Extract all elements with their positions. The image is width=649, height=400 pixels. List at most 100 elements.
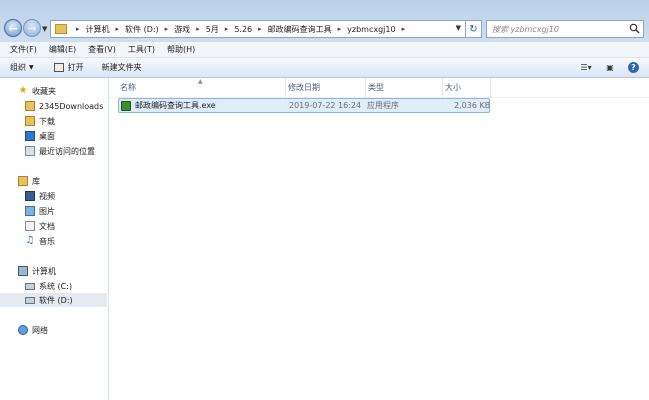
open-label: 打开 [67,63,84,72]
breadcrumb-separator-icon[interactable]: ▸ [338,25,342,33]
nav-label: 库 [32,176,40,186]
nav-favorites[interactable]: ★ 收藏夹 [18,84,56,98]
document-library-icon [25,221,35,231]
folder-icon [55,24,67,34]
nav-label: 系统 (C:) [39,281,73,291]
back-button[interactable]: ← [4,19,22,37]
address-bar[interactable]: ▸ 计算机 ▸ 软件 (D:) ▸ 游戏 ▸ 5月 ▸ 5.26 ▸ 邮政编码查… [50,20,482,38]
breadcrumb-item[interactable]: 5月 [206,24,219,35]
menu-tools[interactable]: 工具(T) [128,44,155,55]
recent-places-icon [25,146,35,156]
breadcrumb-separator-icon[interactable]: ▸ [165,25,169,33]
music-note-icon: ♫ [25,235,35,246]
nav-label: 收藏夹 [32,86,56,96]
column-label: 类型 [368,83,384,92]
change-view-icon[interactable]: ☰▾ [579,62,593,74]
search-box[interactable] [486,20,644,38]
navigation-pane: ★ 收藏夹 2345Downloads 下载 桌面 最近访问的位置 库 视频 图… [0,78,109,400]
library-icon [18,176,28,186]
breadcrumb-item[interactable]: 软件 (D:) [125,24,159,35]
search-input[interactable] [492,24,627,34]
drive-icon [25,296,35,304]
nav-label: 图片 [39,206,55,216]
open-icon [53,63,64,72]
organize-button[interactable]: 组织 ▼ [10,62,34,73]
command-bar: 组织 ▼ 打开 新建文件夹 ☰▾ ▣ ? [0,58,649,78]
menu-bar: 文件(F) 编辑(E) 查看(V) 工具(T) 帮助(H) [0,42,649,58]
caret-down-icon: ▼ [29,64,34,71]
new-folder-button[interactable]: 新建文件夹 [102,62,142,73]
file-row[interactable]: 邮政编码查询工具.exe 2019-07-22 16:24 应用程序 2,036… [118,98,490,113]
refresh-icon: ↻ [469,23,478,35]
downloads-folder-icon [25,116,35,126]
nav-item-2345downloads[interactable]: 2345Downloads [25,99,103,113]
breadcrumb-item[interactable]: 游戏 [174,24,190,35]
breadcrumb-separator-icon[interactable]: ▸ [116,25,120,33]
nav-label: 视频 [39,191,55,201]
refresh-button[interactable]: ↻ [465,20,482,38]
open-button[interactable]: 打开 [53,62,84,73]
breadcrumb: ▸ 计算机 ▸ 软件 (D:) ▸ 游戏 ▸ 5月 ▸ 5.26 ▸ 邮政编码查… [70,24,411,35]
menu-edit[interactable]: 编辑(E) [49,44,76,55]
nav-item-pictures[interactable]: 图片 [25,204,55,218]
nav-label: 下载 [39,116,55,126]
breadcrumb-separator-icon[interactable]: ▸ [196,25,200,33]
file-type: 应用程序 [367,101,399,110]
breadcrumb-item[interactable]: 5.26 [234,25,252,34]
address-dropdown-icon[interactable]: ▼ [456,24,461,32]
search-icon[interactable] [629,23,640,34]
sort-ascending-icon: ▲ [198,78,203,85]
nav-item-music[interactable]: ♫ 音乐 [25,234,55,248]
nav-label: 计算机 [32,266,56,276]
column-date[interactable]: 修改日期 [286,78,366,97]
preview-pane-icon[interactable]: ▣ [603,62,617,74]
breadcrumb-item[interactable]: 计算机 [86,24,110,35]
application-icon [121,100,131,111]
breadcrumb-separator-icon[interactable]: ▸ [402,25,406,33]
breadcrumb-item[interactable]: 邮政编码查询工具 [268,24,332,35]
computer-icon [18,266,28,276]
nav-label: 网络 [32,325,48,335]
nav-label: 桌面 [39,131,55,141]
nav-label: 最近访问的位置 [39,146,95,156]
nav-network[interactable]: 网络 [18,323,48,337]
network-icon [18,325,28,335]
nav-computer[interactable]: 计算机 [18,264,56,278]
system-drive-icon [25,282,35,290]
column-label: 名称 [120,83,136,92]
menu-help[interactable]: 帮助(H) [167,44,195,55]
file-date: 2019-07-22 16:24 [289,101,362,110]
nav-item-downloads[interactable]: 下载 [25,114,55,128]
nav-item-recent[interactable]: 最近访问的位置 [25,144,95,158]
help-icon[interactable]: ? [628,62,639,73]
column-header-row: 名称 ▲ 修改日期 类型 大小 [109,78,649,98]
new-folder-label: 新建文件夹 [101,63,142,72]
nav-item-videos[interactable]: 视频 [25,189,55,203]
forward-button[interactable]: → [23,19,41,37]
breadcrumb-separator-icon[interactable]: ▸ [225,25,229,33]
star-icon: ★ [18,85,28,96]
breadcrumb-separator-icon[interactable]: ▸ [76,25,80,33]
view-controls: ☰▾ ▣ ? [574,58,649,77]
menu-view[interactable]: 查看(V) [88,44,116,55]
file-name-cell: 邮政编码查询工具.exe [121,99,216,112]
nav-item-drive-d[interactable]: 软件 (D:) [0,293,107,307]
nav-item-desktop[interactable]: 桌面 [25,129,55,143]
back-arrow-icon: ← [8,21,18,35]
file-size: 2,036 KB [454,101,491,110]
menu-file[interactable]: 文件(F) [10,44,37,55]
column-type[interactable]: 类型 [366,78,443,97]
video-library-icon [25,191,35,201]
nav-item-documents[interactable]: 文档 [25,219,55,233]
nav-label: 软件 (D:) [39,295,73,305]
recent-pages-dropdown-icon[interactable]: ▼ [42,25,47,33]
address-toolbar: ← → ▼ ▸ 计算机 ▸ 软件 (D:) ▸ 游戏 ▸ 5月 ▸ 5.26 ▸… [0,16,649,42]
nav-libraries[interactable]: 库 [18,174,40,188]
nav-item-drive-c[interactable]: 系统 (C:) [25,279,72,293]
column-size[interactable]: 大小 [443,78,491,97]
nav-label: 2345Downloads [39,101,104,111]
breadcrumb-item[interactable]: yzbmcxgj10 [347,25,395,34]
column-label: 大小 [445,83,461,92]
breadcrumb-separator-icon[interactable]: ▸ [258,25,262,33]
column-label: 修改日期 [288,83,320,92]
